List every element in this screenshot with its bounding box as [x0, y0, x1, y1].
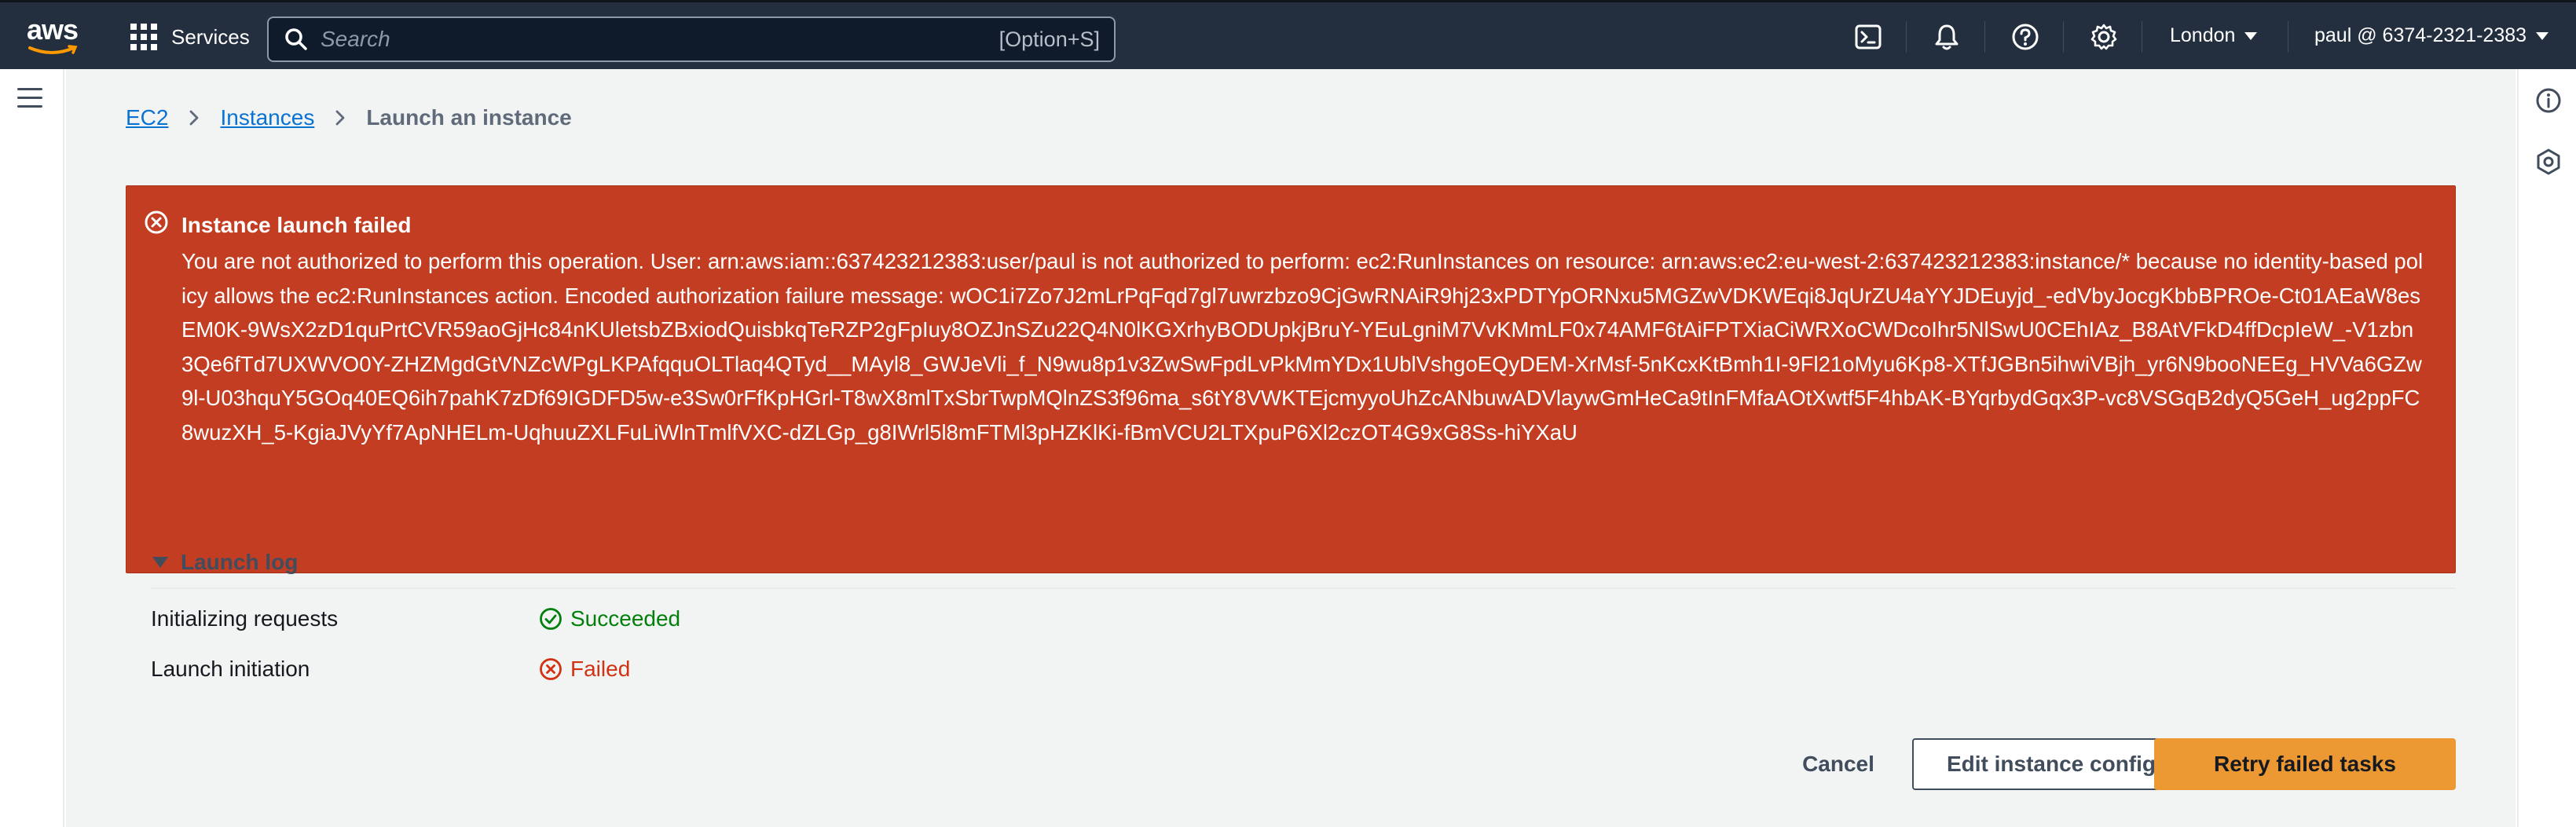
info-icon[interactable]	[2534, 86, 2563, 115]
action-buttons: Cancel	[1783, 738, 1893, 790]
settings-gear-icon[interactable]	[2090, 23, 2118, 51]
log-step-label: Launch initiation	[151, 657, 310, 681]
nav-divider	[2063, 21, 2064, 53]
launch-log-row: Initializing requests Succeeded	[151, 606, 680, 631]
account-label: paul @ 6374-2321-2383	[2314, 24, 2527, 46]
edit-instance-config-button[interactable]: Edit instance config	[1912, 738, 2190, 790]
action-buttons: Edit instance config	[1912, 738, 2190, 790]
menu-hamburger-icon[interactable]	[17, 88, 42, 110]
launch-log-section: Launch log Initializing requests Succeed…	[151, 537, 2456, 681]
caret-down-icon	[152, 557, 168, 568]
hexagon-settings-icon[interactable]	[2534, 148, 2563, 176]
left-navigation-rail	[0, 69, 64, 827]
services-label: Services	[171, 24, 250, 49]
chevron-right-icon	[335, 110, 345, 126]
alert-message: You are not authorized to perform this o…	[181, 249, 2424, 445]
main-content: EC2 Instances Launch an instance Instanc…	[66, 69, 2516, 827]
nav-divider	[1906, 21, 1907, 53]
chevron-down-icon	[2536, 31, 2549, 40]
cancel-button[interactable]: Cancel	[1783, 738, 1893, 790]
breadcrumb-current-page: Launch an instance	[366, 105, 572, 130]
search-icon	[285, 28, 307, 50]
account-menu[interactable]: paul @ 6374-2321-2383	[2314, 24, 2549, 47]
top-navigation: aws Services [Option+S]	[0, 0, 2576, 69]
error-alert: Instance launch failed You are not autho…	[126, 185, 2456, 573]
nav-divider	[1984, 21, 1985, 53]
breadcrumb-instances-link[interactable]: Instances	[220, 105, 314, 130]
help-icon[interactable]	[2011, 23, 2039, 51]
launch-log-title: Launch log	[181, 550, 299, 574]
success-check-icon	[540, 608, 562, 630]
launch-log-row: Launch initiation Failed	[151, 657, 630, 682]
aws-logo-text: aws	[27, 13, 79, 46]
cloudshell-icon[interactable]	[1854, 23, 1882, 51]
retry-failed-tasks-button[interactable]: Retry failed tasks	[2154, 738, 2456, 790]
error-circle-x-icon	[540, 658, 562, 680]
notifications-bell-icon[interactable]	[1933, 23, 1961, 51]
log-status-text: Succeeded	[570, 606, 681, 631]
aws-smile-icon	[28, 45, 78, 54]
search-shortcut-hint: [Option+S]	[999, 27, 1100, 51]
log-step-label: Initializing requests	[151, 606, 339, 631]
log-status-text: Failed	[570, 657, 631, 681]
action-buttons: Retry failed tasks	[2154, 738, 2456, 790]
breadcrumb: EC2 Instances Launch an instance	[126, 105, 572, 130]
region-selector[interactable]: London	[2170, 24, 2258, 47]
aws-logo[interactable]: aws	[27, 16, 82, 57]
launch-log-toggle[interactable]: Launch log	[151, 537, 2456, 589]
services-menu-button[interactable]: Services	[130, 21, 250, 53]
search-bar[interactable]: [Option+S]	[267, 16, 1116, 62]
search-input[interactable]	[321, 27, 999, 52]
chevron-right-icon	[190, 110, 199, 126]
breadcrumb-ec2-link[interactable]: EC2	[126, 105, 168, 130]
log-step-status: Succeeded	[539, 606, 680, 631]
alert-title: Instance launch failed	[181, 213, 412, 237]
region-label: London	[2170, 24, 2236, 46]
chevron-down-icon	[2244, 31, 2258, 40]
services-grid-icon	[130, 24, 157, 50]
right-tools-rail	[2517, 69, 2576, 827]
error-circle-x-icon	[145, 210, 168, 234]
log-step-status: Failed	[539, 657, 630, 682]
